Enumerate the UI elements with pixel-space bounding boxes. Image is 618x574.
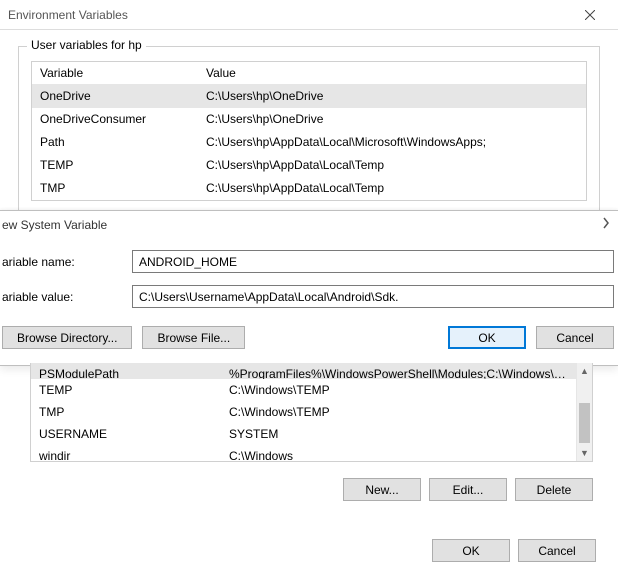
cell-value: C:\Windows	[221, 445, 576, 461]
user-variables-label: User variables for hp	[27, 38, 146, 52]
cell-value: C:\Users\hp\AppData\Local\Temp	[198, 177, 586, 199]
table-row[interactable]: TMPC:\Users\hp\AppData\Local\Temp	[32, 177, 586, 200]
cell-variable: TMP	[31, 401, 221, 423]
system-vars-button-row: New... Edit... Delete	[30, 478, 593, 501]
user-variables-table[interactable]: Variable Value OneDriveC:\Users\hp\OneDr…	[31, 61, 587, 201]
dialog-titlebar: ew System Variable	[0, 211, 618, 238]
dialog-title: ew System Variable	[2, 218, 107, 232]
cell-value: C:\Users\hp\AppData\Local\Temp	[198, 154, 586, 176]
cell-value: C:\Windows\TEMP	[221, 379, 576, 401]
chevron-right-icon	[602, 217, 610, 232]
cell-variable: OneDrive	[32, 85, 198, 107]
cell-value: C:\Users\hp\AppData\Local\Microsoft\Wind…	[198, 131, 586, 153]
cell-value: C:\Users\hp\OneDrive	[198, 85, 586, 107]
env-vars-titlebar: Environment Variables	[0, 0, 618, 30]
cell-value: %ProgramFiles%\WindowsPowerShell\Modules…	[221, 363, 576, 379]
variable-value-row: ariable value:	[0, 285, 618, 308]
table-row[interactable]: TEMPC:\Users\hp\AppData\Local\Temp	[32, 154, 586, 177]
scrollbar[interactable]: ▲ ▼	[576, 363, 592, 461]
main-dialog-button-row: OK Cancel	[432, 539, 596, 562]
main-ok-button[interactable]: OK	[432, 539, 510, 562]
cell-value: C:\Windows\TEMP	[221, 401, 576, 423]
sys-edit-button[interactable]: Edit...	[429, 478, 507, 501]
table-row[interactable]: PSModulePath%ProgramFiles%\WindowsPowerS…	[31, 363, 576, 379]
variable-name-input[interactable]	[132, 250, 614, 273]
scroll-up-icon[interactable]: ▲	[577, 363, 592, 379]
scroll-thumb[interactable]	[579, 403, 590, 443]
cell-variable: TEMP	[32, 154, 198, 176]
browse-file-button[interactable]: Browse File...	[142, 326, 245, 349]
system-variables-table[interactable]: PSModulePath%ProgramFiles%\WindowsPowerS…	[30, 363, 593, 462]
browse-directory-button[interactable]: Browse Directory...	[2, 326, 132, 349]
table-row[interactable]: TEMPC:\Windows\TEMP	[31, 379, 576, 401]
cell-variable: OneDriveConsumer	[32, 108, 198, 130]
table-row[interactable]: USERNAMESYSTEM	[31, 423, 576, 445]
dialog-button-row: Browse Directory... Browse File... OK Ca…	[0, 326, 618, 349]
variable-name-row: ariable name:	[0, 250, 618, 273]
cell-variable: TEMP	[31, 379, 221, 401]
user-variables-group: User variables for hp Variable Value One…	[18, 46, 600, 214]
sys-delete-button[interactable]: Delete	[515, 478, 593, 501]
variable-value-input[interactable]	[132, 285, 614, 308]
table-row[interactable]: TMPC:\Windows\TEMP	[31, 401, 576, 423]
cell-variable: USERNAME	[31, 423, 221, 445]
dialog-ok-button[interactable]: OK	[448, 326, 526, 349]
table-row[interactable]: OneDriveConsumerC:\Users\hp\OneDrive	[32, 108, 586, 131]
scroll-down-icon[interactable]: ▼	[577, 445, 592, 461]
table-row[interactable]: PathC:\Users\hp\AppData\Local\Microsoft\…	[32, 131, 586, 154]
cell-variable: TMP	[32, 177, 198, 199]
dialog-cancel-button[interactable]: Cancel	[536, 326, 614, 349]
new-system-variable-dialog: ew System Variable ariable name: ariable…	[0, 210, 618, 366]
table-header: Variable Value	[32, 62, 586, 85]
variable-value-label: ariable value:	[0, 290, 132, 304]
window-title: Environment Variables	[8, 8, 570, 22]
main-cancel-button[interactable]: Cancel	[518, 539, 596, 562]
cell-variable: PSModulePath	[31, 363, 221, 379]
cell-value: SYSTEM	[221, 423, 576, 445]
cell-variable: windir	[31, 445, 221, 461]
variable-name-label: ariable name:	[0, 255, 132, 269]
table-row[interactable]: OneDriveC:\Users\hp\OneDrive	[32, 85, 586, 108]
table-row[interactable]: windirC:\Windows	[31, 445, 576, 461]
system-variables-area: PSModulePath%ProgramFiles%\WindowsPowerS…	[30, 363, 593, 501]
close-icon	[585, 10, 595, 20]
close-button[interactable]	[570, 0, 610, 30]
header-variable[interactable]: Variable	[32, 62, 198, 84]
cell-variable: Path	[32, 131, 198, 153]
sys-new-button[interactable]: New...	[343, 478, 421, 501]
header-value[interactable]: Value	[198, 62, 586, 84]
cell-value: C:\Users\hp\OneDrive	[198, 108, 586, 130]
